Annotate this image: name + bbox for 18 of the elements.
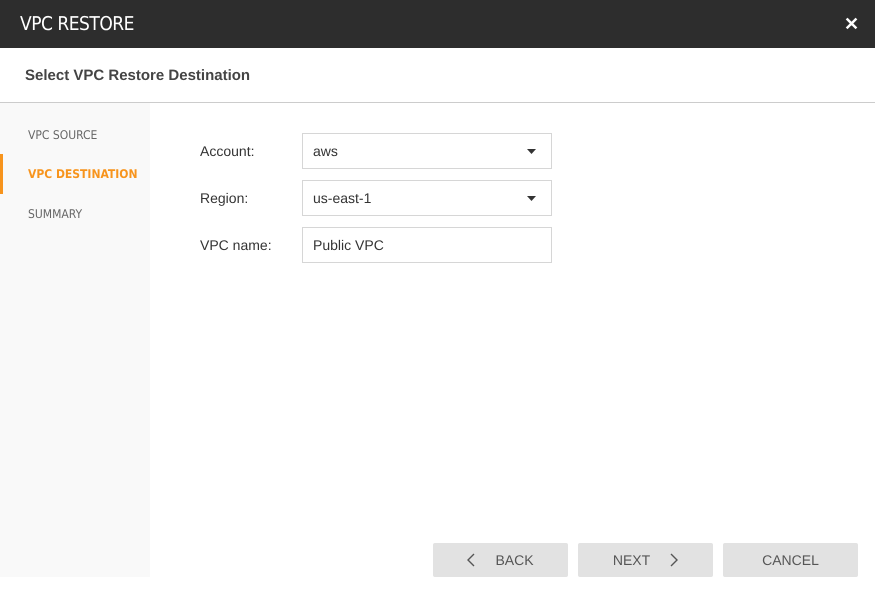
back-button[interactable]: BACK	[433, 543, 568, 577]
window-title: VPC RESTORE	[20, 13, 134, 35]
field-label: Region:	[200, 190, 250, 206]
dialog-subtitle: Select VPC Restore Destination	[25, 66, 250, 84]
dropdown-field[interactable]: us-east-1	[302, 180, 552, 216]
caret-icon	[527, 148, 536, 154]
caret-icon	[527, 196, 536, 200]
field-label: VPC name:	[200, 237, 273, 253]
chevron-right-icon	[670, 553, 678, 567]
close-button[interactable]: ✕	[844, 13, 859, 35]
next-button[interactable]: NEXT	[578, 543, 713, 577]
input-field[interactable]: Public VPC	[302, 227, 552, 263]
cancel-button[interactable]: CANCEL	[723, 543, 858, 577]
chevron-left-icon	[467, 553, 476, 567]
step-item[interactable]: VPC SOURCE	[0, 115, 150, 154]
dropdown-field[interactable]: aws	[302, 133, 552, 169]
step-item[interactable]: SUMMARY	[0, 194, 150, 233]
field-label: Account:	[200, 143, 256, 159]
